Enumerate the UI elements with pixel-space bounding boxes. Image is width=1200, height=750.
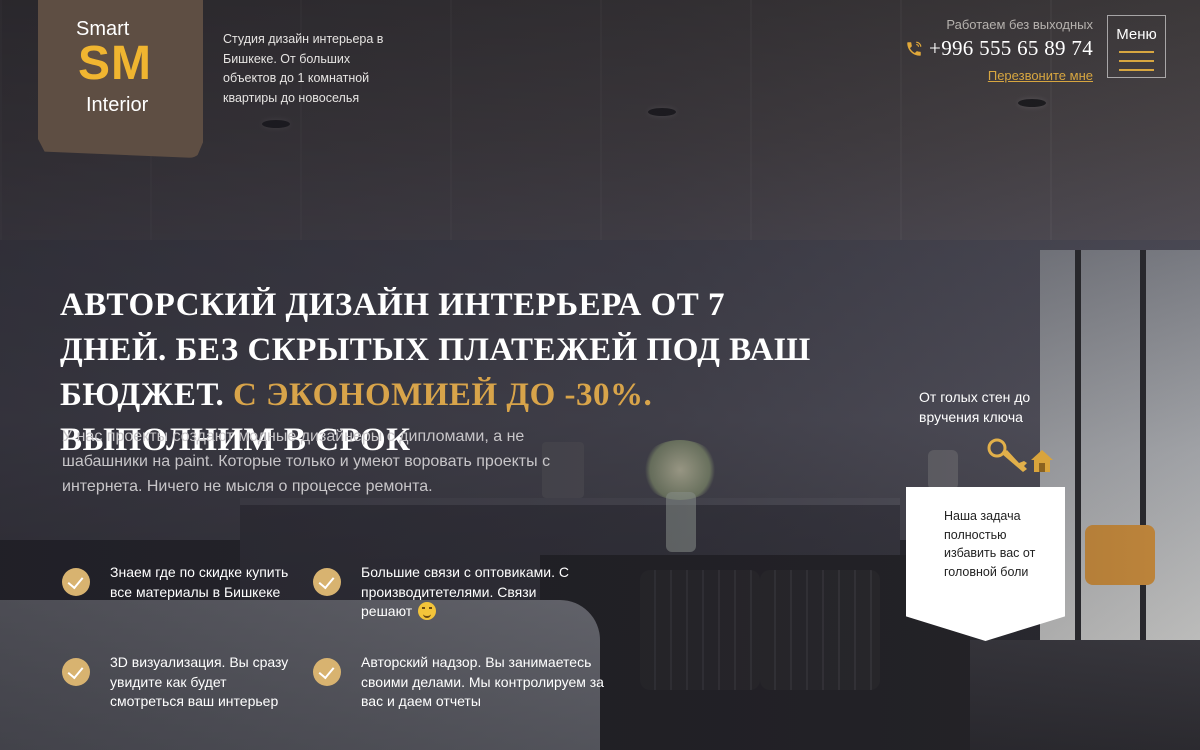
phone-number[interactable]: +996 555 65 89 74 [929, 36, 1093, 61]
phone-icon [907, 41, 922, 56]
feature-text: Большие связи с оптовиками. С производит… [361, 563, 591, 622]
work-hours: Работаем без выходных [946, 17, 1093, 32]
feature-text: Знаем где по скидке купить все материалы… [110, 564, 289, 600]
phone-block[interactable]: +996 555 65 89 74 [905, 36, 1093, 61]
check-icon [62, 568, 90, 596]
check-icon [313, 568, 341, 596]
logo[interactable]: Smart SM Interior [38, 0, 203, 158]
feature-item: Знаем где по скидке купить все материалы… [62, 563, 302, 602]
logo-mark: SM [78, 37, 152, 90]
ribbon-text: Наша задача полностью избавить вас от го… [944, 509, 1036, 579]
turnkey-caption: От голых стен до вручения ключа [919, 389, 1031, 425]
feature-item: 3D визуализация. Вы сразу увидите как бу… [62, 653, 302, 712]
smiley-icon [418, 602, 437, 620]
key-house-icon [987, 438, 1053, 472]
studio-tagline: Студия дизайн интерьера в Бишкеке. От бо… [223, 32, 384, 105]
check-icon [62, 658, 90, 686]
check-icon [313, 658, 341, 686]
feature-item: Большие связи с оптовиками. С производит… [313, 563, 613, 622]
feature-item: Авторский надзор. Вы занимаетесь своими … [313, 653, 613, 712]
logo-word-interior: Interior [86, 94, 149, 116]
menu-label: Меню [1116, 26, 1157, 43]
menu-button[interactable]: Меню [1107, 15, 1166, 78]
headline-accent: С экономией до -30%. [233, 377, 653, 413]
feature-text: Авторский надзор. Вы занимаетесь своими … [361, 654, 604, 709]
feature-text-content: Большие связи с оптовиками. С производит… [361, 564, 569, 619]
callback-link[interactable]: Перезвоните мне [988, 68, 1093, 83]
hamburger-icon [1119, 51, 1154, 78]
feature-text: 3D визуализация. Вы сразу увидите как бу… [110, 654, 289, 709]
hero-subtext: У нас проекты создают модные дизайнеры с… [62, 428, 551, 495]
